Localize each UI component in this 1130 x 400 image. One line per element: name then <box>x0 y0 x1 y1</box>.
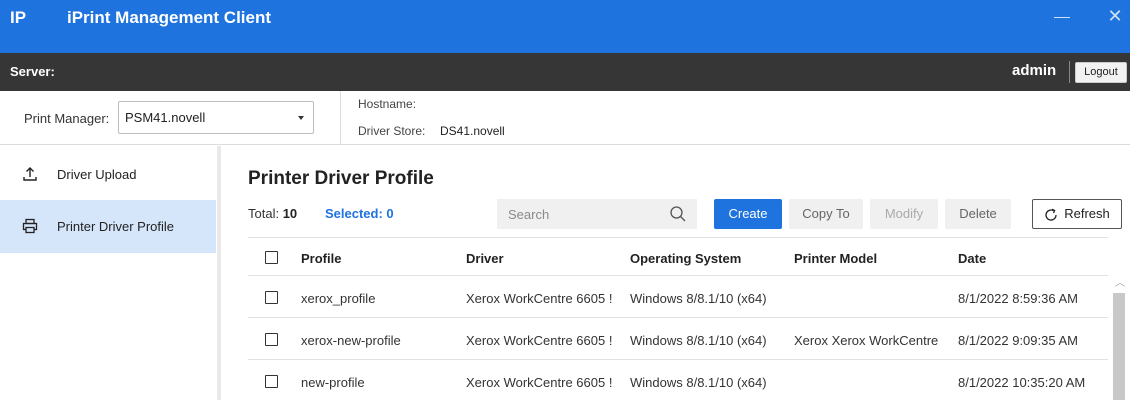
cell-driver: Xerox WorkCentre 6605 ! <box>466 291 613 306</box>
cell-driver: Xerox WorkCentre 6605 ! <box>466 375 613 390</box>
info-row: Print Manager: PSM41.novell Hostname: Dr… <box>0 91 1130 145</box>
hostname-label: Hostname: <box>358 97 417 111</box>
cell-date: 8/1/2022 9:09:35 AM <box>958 333 1078 348</box>
print-manager-label: Print Manager: <box>24 111 110 126</box>
cell-date: 8/1/2022 10:35:20 AM <box>958 375 1086 390</box>
title-bar: IP iPrint Management Client ✕ <box>0 0 1130 53</box>
cell-driver: Xerox WorkCentre 6605 ! <box>466 333 613 348</box>
app-title: iPrint Management Client <box>67 8 272 27</box>
modify-button[interactable]: Modify <box>870 199 938 229</box>
column-header-profile[interactable]: Profile <box>301 251 341 266</box>
refresh-label: Refresh <box>1064 206 1110 221</box>
row-checkbox[interactable] <box>265 291 278 304</box>
column-header-date[interactable]: Date <box>958 251 986 266</box>
column-header-os[interactable]: Operating System <box>630 251 741 266</box>
scroll-up-icon[interactable]: ︿ <box>1114 278 1126 290</box>
scrollbar[interactable] <box>1113 293 1125 400</box>
cell-date: 8/1/2022 8:59:36 AM <box>958 291 1078 306</box>
refresh-button[interactable]: Refresh <box>1032 199 1122 229</box>
driver-store-value: DS41.novell <box>440 124 505 138</box>
app-logo: IP <box>10 8 27 27</box>
column-header-driver[interactable]: Driver <box>466 251 504 266</box>
search-icon[interactable] <box>669 205 687 223</box>
total-count: Total: 10 <box>248 206 297 221</box>
username: admin <box>1012 62 1057 79</box>
divider <box>340 91 341 145</box>
printer-icon <box>22 218 38 234</box>
minimize-icon[interactable] <box>1054 10 1070 26</box>
sidebar-item-printer-driver-profile[interactable]: Printer Driver Profile <box>0 200 216 253</box>
refresh-icon <box>1045 208 1057 221</box>
row-checkbox[interactable] <box>265 375 278 388</box>
page-title: Printer Driver Profile <box>248 168 434 189</box>
column-header-printer-model[interactable]: Printer Model <box>794 251 877 266</box>
table-row[interactable]: new-profile Xerox WorkCentre 6605 ! Wind… <box>248 361 1108 400</box>
divider <box>1069 61 1070 83</box>
table-row[interactable]: xerox_profile Xerox WorkCentre 6605 ! Wi… <box>248 277 1108 318</box>
cell-profile: xerox-new-profile <box>301 333 401 348</box>
total-value: 10 <box>282 206 298 221</box>
search-placeholder: Search <box>508 207 550 222</box>
cell-profile: xerox_profile <box>301 291 376 306</box>
create-button[interactable]: Create <box>714 199 782 229</box>
cell-os: Windows 8/8.1/10 (x64) <box>630 291 767 306</box>
sidebar-item-driver-upload[interactable]: Driver Upload <box>0 148 216 201</box>
cell-os: Windows 8/8.1/10 (x64) <box>630 375 767 390</box>
cell-profile: new-profile <box>301 375 365 390</box>
print-manager-value: PSM41.novell <box>125 110 206 125</box>
cell-printer-model: Xerox Xerox WorkCentre <box>794 333 939 348</box>
cell-os: Windows 8/8.1/10 (x64) <box>630 333 767 348</box>
upload-icon <box>23 167 37 181</box>
delete-button[interactable]: Delete <box>945 199 1011 229</box>
table-header: Profile Driver Operating System Printer … <box>248 237 1108 276</box>
sidebar: Driver Upload Printer Driver Profile <box>0 146 216 400</box>
row-checkbox[interactable] <box>265 333 278 346</box>
search-input[interactable]: Search <box>497 199 697 229</box>
server-bar: Server: admin Logout <box>0 53 1130 91</box>
server-label: Server: <box>10 64 55 79</box>
copy-to-button[interactable]: Copy To <box>789 199 863 229</box>
logout-button[interactable]: Logout <box>1075 62 1127 83</box>
chevron-down-icon <box>298 116 304 120</box>
sidebar-divider[interactable] <box>217 146 221 400</box>
close-icon[interactable]: ✕ <box>1105 6 1125 26</box>
total-label: Total: <box>248 206 280 221</box>
driver-store-label: Driver Store: <box>358 124 426 138</box>
select-all-checkbox[interactable] <box>265 251 278 264</box>
sidebar-item-label: Printer Driver Profile <box>57 219 175 234</box>
sidebar-item-label: Driver Upload <box>57 167 137 182</box>
table-row[interactable]: xerox-new-profile Xerox WorkCentre 6605 … <box>248 319 1108 360</box>
print-manager-select[interactable]: PSM41.novell <box>118 101 314 134</box>
selected-count: Selected: 0 <box>325 206 394 221</box>
